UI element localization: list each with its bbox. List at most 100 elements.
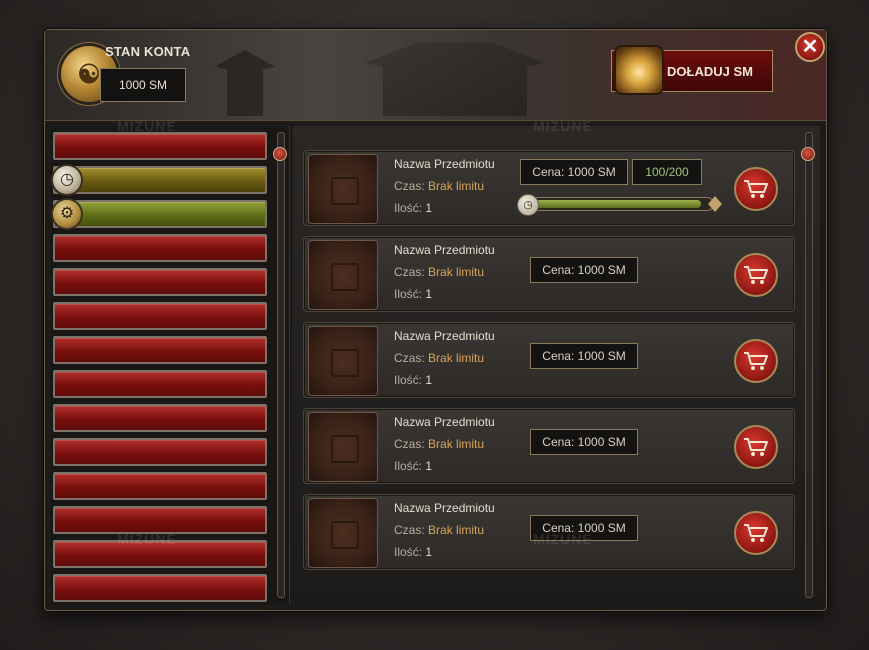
sidebar-category-item[interactable] <box>53 506 267 534</box>
price-label: Cena: <box>542 263 575 277</box>
time-label: Czas: <box>394 179 425 193</box>
main-scrollbar[interactable] <box>801 132 815 598</box>
sidebar-category-item[interactable] <box>53 404 267 432</box>
item-quantity: Ilość: 1 <box>394 545 432 559</box>
item-time: Czas: Brak limitu <box>394 265 484 279</box>
quantity-label: Ilość: <box>394 545 423 559</box>
sidebar-scrollbar[interactable] <box>273 132 287 598</box>
shopping-cart-icon <box>744 266 768 284</box>
sidebar-category-item[interactable]: ◷ <box>53 166 267 194</box>
quantity-label: Ilość: <box>394 287 423 301</box>
shop-header: ☯ STAN KONTA 1000 SM DOŁADUJ SM ✕ <box>45 30 826 121</box>
sidebar-category-item[interactable] <box>53 472 267 500</box>
shop-item-row: Nazwa Przedmiotu Czas: Brak limitu Ilość… <box>303 322 795 398</box>
item-time: Czas: Brak limitu <box>394 179 484 193</box>
sidebar-category-item[interactable]: ⚙ <box>53 200 267 228</box>
price-label: Cena: <box>532 165 565 179</box>
shop-item-row: Nazwa Przedmiotu Czas: Brak limitu Ilość… <box>303 494 795 570</box>
quantity-value: 1 <box>425 459 433 473</box>
treasure-chest-icon <box>616 47 662 93</box>
shop-item-row: Nazwa Przedmiotu Czas: Brak limitu Ilość… <box>303 408 795 484</box>
stock-count: 100/200 <box>632 159 702 185</box>
buy-cart-button[interactable] <box>734 425 778 469</box>
quantity-value: 1 <box>425 545 433 559</box>
buy-cart-button[interactable] <box>734 167 778 211</box>
sidebar-category-item[interactable] <box>53 268 267 296</box>
item-quantity: Ilość: 1 <box>394 459 432 473</box>
item-time: Czas: Brak limitu <box>394 523 484 537</box>
time-value: Brak limitu <box>428 179 485 193</box>
account-label: STAN KONTA <box>105 44 191 59</box>
close-button[interactable]: ✕ <box>795 32 825 62</box>
sidebar-scroll-thumb[interactable] <box>273 147 287 161</box>
sidebar-category-item[interactable] <box>53 574 267 602</box>
item-time: Czas: Brak limitu <box>394 437 484 451</box>
item-time: Czas: Brak limitu <box>394 351 484 365</box>
quantity-value: 1 <box>425 287 433 301</box>
price-value: 1000 SM <box>567 165 616 179</box>
item-quantity: Ilość: 1 <box>394 373 432 387</box>
time-value: Brak limitu <box>428 265 485 279</box>
shopping-cart-icon <box>744 438 768 456</box>
clock-icon: ◷ <box>517 194 539 216</box>
item-list-panel: Nazwa Przedmiotu Czas: Brak limitu Ilość… <box>293 118 820 604</box>
time-label: Czas: <box>394 351 425 365</box>
stock-progress-fill <box>531 200 701 208</box>
quantity-label: Ilość: <box>394 373 423 387</box>
time-label: Czas: <box>394 437 425 451</box>
buy-cart-button[interactable] <box>734 339 778 383</box>
item-name: Nazwa Przedmiotu <box>394 157 495 171</box>
shop-item-row: Nazwa Przedmiotu Czas: Brak limitu Ilość… <box>303 150 795 226</box>
sidebar-category-item[interactable] <box>53 438 267 466</box>
time-label: Czas: <box>394 265 425 279</box>
sidebar-category-item[interactable] <box>53 370 267 398</box>
buy-cart-button[interactable] <box>734 253 778 297</box>
quantity-value: 1 <box>425 201 433 215</box>
price-box: Cena: 1000 SM <box>530 515 638 541</box>
quantity-value: 1 <box>425 373 433 387</box>
header-scenery-temple <box>365 42 545 116</box>
item-quantity: Ilość: 1 <box>394 201 432 215</box>
sidebar-category-item[interactable] <box>53 336 267 364</box>
account-balance: 1000 SM <box>100 68 186 102</box>
close-icon: ✕ <box>801 36 819 58</box>
item-image <box>308 240 378 310</box>
item-image <box>308 412 378 482</box>
quantity-label: Ilość: <box>394 459 423 473</box>
time-label: Czas: <box>394 523 425 537</box>
shopping-cart-icon <box>744 180 768 198</box>
price-value: 1000 SM <box>577 263 626 277</box>
stock-progress-bar: ◷ <box>517 194 714 216</box>
price-box: Cena: 1000 SM <box>530 257 638 283</box>
item-name: Nazwa Przedmiotu <box>394 329 495 343</box>
shopping-cart-icon <box>744 352 768 370</box>
time-value: Brak limitu <box>428 523 485 537</box>
price-value: 1000 SM <box>577 521 626 535</box>
item-image <box>308 498 378 568</box>
main-scroll-thumb[interactable] <box>801 147 815 161</box>
topup-button[interactable]: DOŁADUJ SM <box>611 47 773 93</box>
buy-cart-button[interactable] <box>734 511 778 555</box>
price-box: Cena: 1000 SM <box>530 343 638 369</box>
price-label: Cena: <box>542 349 575 363</box>
topup-label: DOŁADUJ SM <box>667 63 753 79</box>
shop-item-row: Nazwa Przedmiotu Czas: Brak limitu Ilość… <box>303 236 795 312</box>
item-quantity: Ilość: 1 <box>394 287 432 301</box>
item-name: Nazwa Przedmiotu <box>394 501 495 515</box>
price-value: 1000 SM <box>577 435 626 449</box>
gear-icon: ⚙ <box>53 200 81 228</box>
price-label: Cena: <box>542 435 575 449</box>
item-name: Nazwa Przedmiotu <box>394 243 495 257</box>
sidebar-category-item[interactable] <box>53 234 267 262</box>
price-label: Cena: <box>542 521 575 535</box>
price-value: 1000 SM <box>577 349 626 363</box>
time-value: Brak limitu <box>428 437 485 451</box>
sidebar-category-item[interactable] <box>53 540 267 568</box>
quantity-label: Ilość: <box>394 201 423 215</box>
price-box: Cena: 1000 SM <box>520 159 628 185</box>
sidebar-category-item[interactable] <box>53 302 267 330</box>
shop-window: ☯ STAN KONTA 1000 SM DOŁADUJ SM ✕ ◷ ⚙ MIZ… <box>44 29 827 611</box>
category-sidebar: ◷ ⚙ MIZUNE MIZUNE <box>51 118 290 604</box>
shopping-cart-icon <box>744 524 768 542</box>
sidebar-category-item[interactable] <box>53 132 267 160</box>
